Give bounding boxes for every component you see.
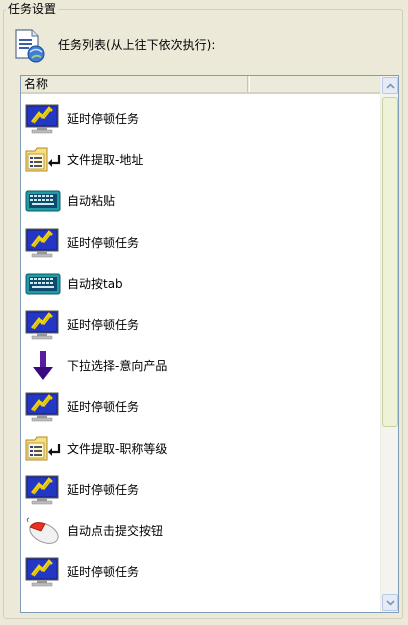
task-item-label: 延时停顿任务 xyxy=(67,317,140,332)
task-item-label: 自动按tab xyxy=(67,276,123,291)
task-item-label: 文件提取-职称等级 xyxy=(67,441,168,456)
delay-monitor-icon xyxy=(25,475,61,505)
scroll-down-button[interactable] xyxy=(382,594,398,611)
task-item-label: 延时停顿任务 xyxy=(67,112,140,126)
scroll-up-button[interactable] xyxy=(382,77,398,94)
task-list-label: 任务列表(从上往下依次执行): xyxy=(58,38,216,52)
task-item-label: 延时停顿任务 xyxy=(67,482,140,497)
column-header: 名称 xyxy=(21,76,380,94)
task-item-label: 自动粘贴 xyxy=(67,194,116,209)
chevron-down-icon xyxy=(385,599,395,606)
task-listview[interactable]: 名称 延时停顿任务 文件提取-地址 自动粘贴 延时停顿任务 自动按tab 延时停顿任务 下拉… xyxy=(20,75,399,613)
task-item[interactable]: 下拉选择-意向产品 xyxy=(21,345,380,386)
task-item[interactable]: 自动粘贴 xyxy=(21,180,380,221)
delay-monitor-icon xyxy=(25,392,61,422)
down-arrow-icon xyxy=(25,351,61,381)
task-item[interactable]: 自动点击提交按钮 xyxy=(21,510,380,551)
task-item-label: 延时停顿任务 xyxy=(67,235,140,250)
keyboard-icon xyxy=(25,186,61,216)
task-item-label: 下拉选择-意向产品 xyxy=(67,359,168,374)
group-title: 任务设置 xyxy=(6,1,59,17)
file-extract-icon xyxy=(25,434,61,464)
chevron-up-icon xyxy=(385,82,395,89)
task-item[interactable]: 延时停顿任务 xyxy=(21,386,380,427)
task-item[interactable]: 延时停顿任务 xyxy=(21,551,380,592)
scroll-thumb[interactable] xyxy=(382,97,398,427)
task-item[interactable]: 文件提取-地址 xyxy=(21,139,380,180)
file-extract-icon xyxy=(25,145,61,175)
task-item[interactable]: 文件提取-职称等级 xyxy=(21,428,380,469)
task-item-label: 延时停顿任务 xyxy=(67,400,140,415)
delay-monitor-icon xyxy=(25,310,61,340)
mouse-click-icon xyxy=(25,516,61,546)
column-header-name[interactable]: 名称 xyxy=(21,76,248,92)
task-item[interactable]: 延时停顿任务 xyxy=(21,222,380,263)
delay-monitor-icon xyxy=(25,557,61,587)
task-item-label: 延时停顿任务 xyxy=(67,565,140,580)
delay-monitor-icon xyxy=(25,228,61,258)
delay-monitor-icon xyxy=(25,104,61,134)
task-item[interactable]: 自动按tab xyxy=(21,263,380,304)
task-item[interactable]: 延时停顿任务 xyxy=(21,98,380,139)
column-header-blank xyxy=(249,76,381,92)
task-item[interactable]: 延时停顿任务 xyxy=(21,469,380,510)
task-list-icon xyxy=(12,28,48,64)
task-rows: 延时停顿任务 文件提取-地址 自动粘贴 延时停顿任务 自动按tab 延时停顿任务 下拉选择-… xyxy=(21,98,380,592)
task-item-label: 文件提取-地址 xyxy=(67,153,144,168)
vertical-scrollbar[interactable] xyxy=(380,76,398,612)
keyboard-icon xyxy=(25,269,61,299)
task-item-label: 自动点击提交按钮 xyxy=(67,523,164,538)
task-item[interactable]: 延时停顿任务 xyxy=(21,304,380,345)
